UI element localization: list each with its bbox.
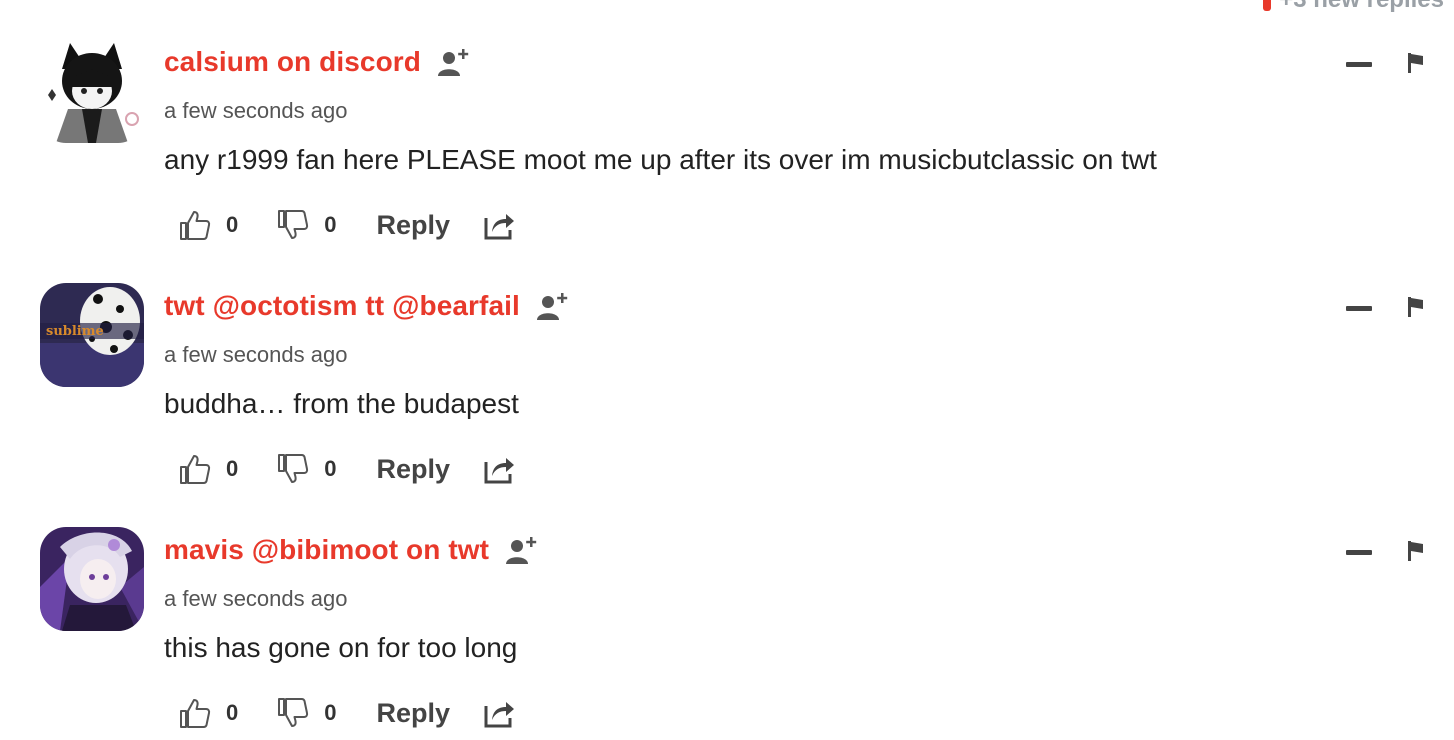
share-icon[interactable] [482, 696, 516, 730]
thumbs-down-icon [278, 454, 309, 483]
username[interactable]: calsium on discord [164, 46, 421, 78]
user-plus-icon[interactable] [503, 532, 539, 568]
comment-actions: 0 0 Reply [178, 693, 516, 733]
avatar-caption: sublime [46, 324, 104, 339]
comment: sublime twt @octotism tt @bearfail a few… [0, 244, 1454, 488]
timestamp[interactable]: a few seconds ago [164, 98, 347, 124]
comment-text: buddha… from the budapest [164, 388, 519, 419]
upvote-button[interactable]: 0 [178, 696, 238, 730]
username[interactable]: twt @octotism tt @bearfail [164, 290, 520, 322]
reply-button[interactable]: Reply [377, 454, 451, 485]
avatar[interactable] [40, 527, 144, 631]
avatar-image [40, 527, 144, 631]
user-plus-icon[interactable] [435, 44, 471, 80]
upvote-button[interactable]: 0 [178, 208, 238, 242]
comment-actions: 0 0 Reply [178, 449, 516, 489]
username[interactable]: mavis @bibimoot on twt [164, 534, 489, 566]
minus-icon[interactable] [1346, 62, 1372, 67]
avatar-image: sublime [40, 283, 144, 387]
thumbs-down-icon [278, 210, 309, 239]
user-plus-icon[interactable] [534, 288, 570, 324]
downvote-count: 0 [324, 456, 337, 481]
thumbs-up-icon [180, 211, 211, 240]
reply-button[interactable]: Reply [377, 210, 451, 241]
avatar[interactable]: sublime [40, 283, 144, 387]
downvote-count: 0 [324, 700, 337, 725]
upvote-count: 0 [226, 212, 239, 237]
timestamp[interactable]: a few seconds ago [164, 586, 347, 612]
comment: mavis @bibimoot on twt a few seconds ago… [0, 488, 1454, 732]
comment: calsium on discord a few seconds ago any… [0, 0, 1454, 244]
downvote-button[interactable]: 0 [276, 208, 337, 242]
comment-text: this has gone on for too long [164, 632, 518, 663]
flag-icon[interactable] [1406, 51, 1426, 75]
minus-icon[interactable] [1346, 550, 1372, 555]
share-icon[interactable] [482, 208, 516, 242]
avatar[interactable] [40, 39, 144, 143]
share-icon[interactable] [482, 452, 516, 486]
thumbs-up-icon [180, 455, 211, 484]
flag-icon[interactable] [1406, 539, 1426, 563]
upvote-count: 0 [226, 700, 239, 725]
comment-actions: 0 0 Reply [178, 205, 516, 245]
flag-icon[interactable] [1406, 295, 1426, 319]
timestamp[interactable]: a few seconds ago [164, 342, 347, 368]
upvote-button[interactable]: 0 [178, 452, 238, 486]
reply-button[interactable]: Reply [377, 698, 451, 729]
minus-icon[interactable] [1346, 306, 1372, 311]
downvote-button[interactable]: 0 [276, 452, 337, 486]
comment-text: any r1999 fan here PLEASE moot me up aft… [164, 144, 1157, 175]
upvote-count: 0 [226, 456, 239, 481]
avatar-image [40, 39, 144, 143]
thumbs-up-icon [180, 699, 211, 728]
downvote-button[interactable]: 0 [276, 696, 337, 730]
thumbs-down-icon [278, 698, 309, 727]
downvote-count: 0 [324, 212, 337, 237]
